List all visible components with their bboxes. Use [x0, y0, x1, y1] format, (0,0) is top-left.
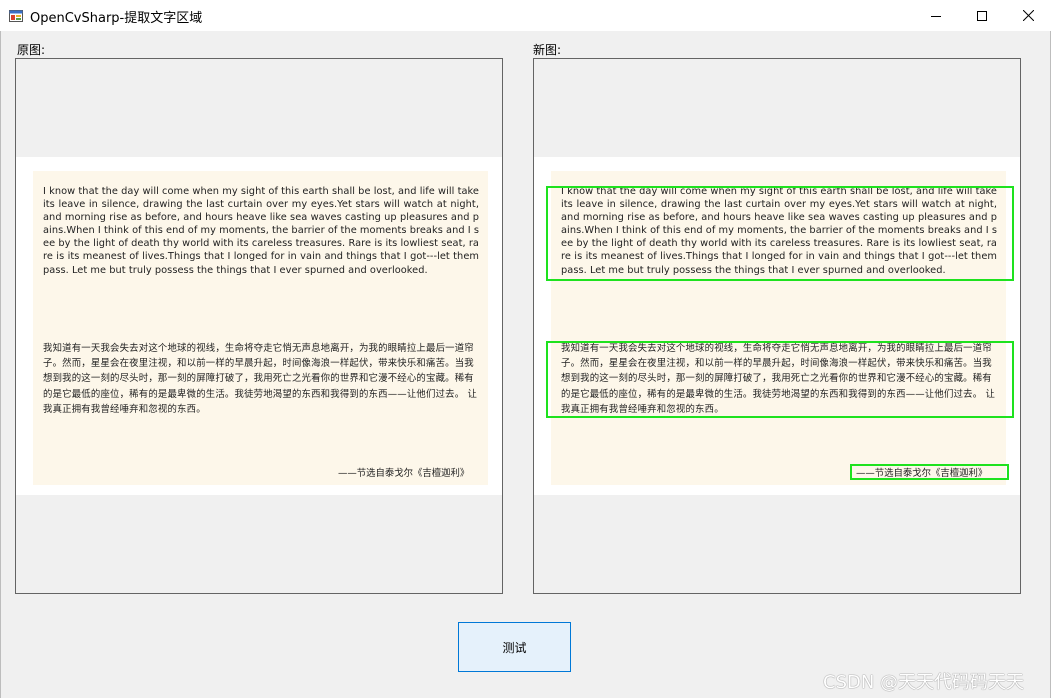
new-image-label: 新图:: [533, 43, 562, 57]
result-picturebox: I know that the day will come when my si…: [533, 58, 1021, 594]
test-button[interactable]: 测试: [458, 622, 571, 672]
text-region-box: [850, 464, 1009, 480]
original-image-label: 原图:: [17, 43, 46, 57]
watermark: CSDN @天天代码码天天: [823, 672, 1025, 693]
text-region-box: [546, 341, 1014, 418]
window-title: OpenCvSharp-提取文字区域: [30, 11, 203, 26]
minimize-button[interactable]: [913, 0, 959, 31]
maximize-button[interactable]: [959, 0, 1005, 31]
window-app-icon[interactable]: [9, 8, 23, 22]
document-image: I know that the day will come when my si…: [16, 157, 502, 495]
close-button[interactable]: [1005, 0, 1051, 31]
close-icon: [1022, 10, 1034, 21]
signature-line: ——节选自泰戈尔《吉檀迦利》: [338, 468, 470, 479]
maximize-icon: [977, 10, 987, 21]
title-bar: OpenCvSharp-提取文字区域: [0, 0, 1051, 31]
window-frame-left: [0, 31, 1, 698]
english-paragraph: I know that the day will come when my si…: [43, 186, 480, 276]
document-paper: I know that the day will come when my si…: [33, 171, 488, 485]
minimize-icon: [931, 15, 941, 17]
chinese-paragraph: 我知道有一天我会失去对这个地球的视线，生命将夺走它悄无声息地离开，为我的眼睛拉上…: [43, 343, 478, 415]
text-region-box: [546, 186, 1014, 281]
original-picturebox: I know that the day will come when my si…: [15, 58, 503, 594]
